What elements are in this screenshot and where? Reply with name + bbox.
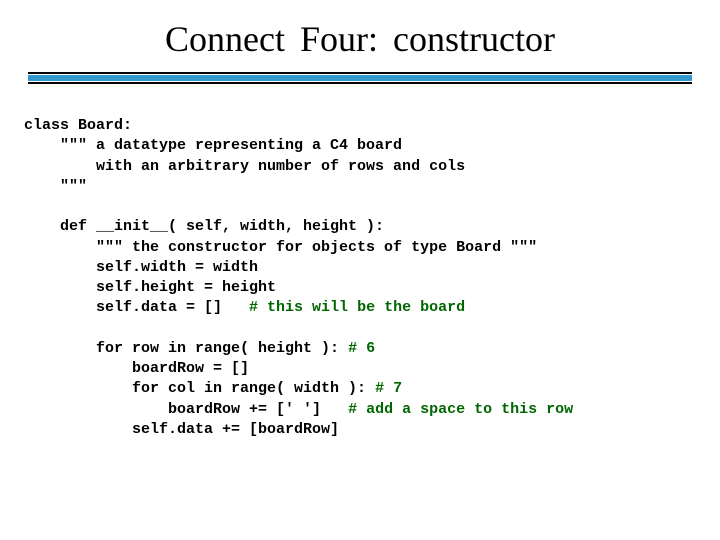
- slide-title: Connect Four: constructor: [165, 19, 555, 59]
- code-line: for row in range( height ):: [24, 340, 348, 357]
- code-line: for col in range( width ):: [24, 380, 375, 397]
- code-line: """: [24, 178, 87, 195]
- code-line: def __init__( self, width, height ):: [24, 218, 384, 235]
- code-line: self.data = []: [24, 299, 249, 316]
- code-line: self.width = width: [24, 259, 258, 276]
- code-line: class Board:: [24, 117, 132, 134]
- code-line: self.height = height: [24, 279, 276, 296]
- code-line: with an arbitrary number of rows and col…: [24, 158, 465, 175]
- code-block: class Board: """ a datatype representing…: [0, 86, 720, 440]
- code-comment: # 7: [375, 380, 402, 397]
- code-comment: # add a space to this row: [348, 401, 573, 418]
- slide-title-area: Connect Four: constructor: [0, 0, 720, 72]
- code-line: """ a datatype representing a C4 board: [24, 137, 402, 154]
- code-line: boardRow = []: [24, 360, 249, 377]
- title-underline: [28, 72, 692, 86]
- code-line: self.data += [boardRow]: [24, 421, 339, 438]
- code-line: boardRow += [' ']: [24, 401, 348, 418]
- code-comment: # this will be the board: [249, 299, 465, 316]
- code-line: """ the constructor for objects of type …: [24, 239, 537, 256]
- code-comment: # 6: [348, 340, 375, 357]
